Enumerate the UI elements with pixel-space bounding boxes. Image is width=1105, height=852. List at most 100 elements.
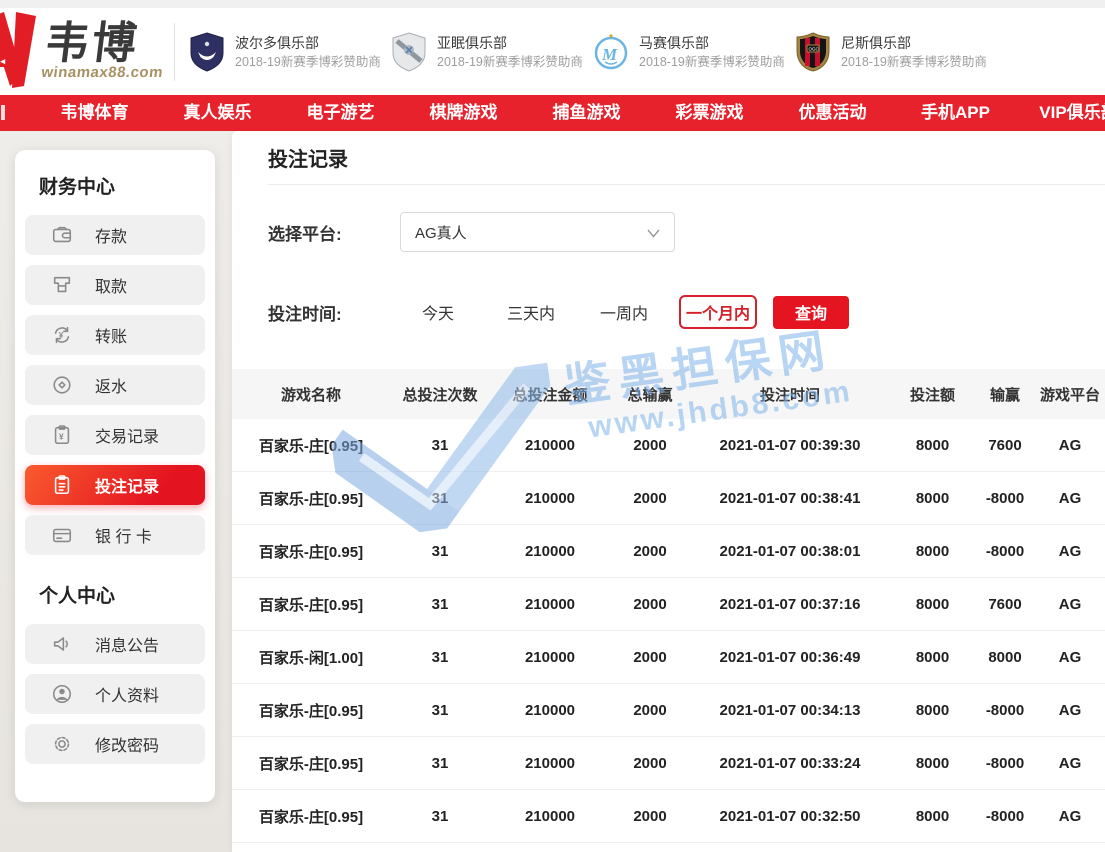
amiens-crest-icon <box>389 31 429 73</box>
time-label: 投注时间: <box>268 300 368 325</box>
sponsor-nice: OGC 尼斯俱乐部 2018-19新赛季博彩赞助商 <box>793 31 995 73</box>
sidebar-item-deposit[interactable]: 存款 <box>25 215 205 255</box>
sidebar-item-label: 消息公告 <box>95 632 159 656</box>
sidebar-item-label: 取款 <box>95 273 127 297</box>
cell-winloss: 8000 <box>975 649 1035 666</box>
svg-text:¥: ¥ <box>59 433 64 442</box>
winamax-w-icon: AX◂ <box>0 12 38 92</box>
nav-item-lottery[interactable]: 彩票游戏 <box>648 95 771 131</box>
sponsor-club-name: 马赛俱乐部 <box>639 33 785 53</box>
cell-bet-time: 2021-01-07 00:37:16 <box>690 596 890 613</box>
sidebar-item-label: 存款 <box>95 223 127 247</box>
sidebar-item-announcements[interactable]: 消息公告 <box>25 624 205 664</box>
sidebar-item-profile[interactable]: 个人资料 <box>25 674 205 714</box>
sponsor-subtitle: 2018-19新赛季博彩赞助商 <box>639 53 785 71</box>
cell-total-bets: 31 <box>390 596 490 613</box>
table-body: 百家乐-庄[0.95] 31 210000 2000 2021-01-07 00… <box>232 419 1105 843</box>
sidebar-item-transfer[interactable]: ¥ 转账 <box>25 315 205 355</box>
time-option-one-week[interactable]: 一周内 <box>592 300 656 324</box>
sidebar-item-bet-records[interactable]: 投注记录 <box>25 465 205 505</box>
column-header-bet-time: 投注时间 <box>690 384 890 405</box>
sponsor-subtitle: 2018-19新赛季博彩赞助商 <box>841 53 987 71</box>
cell-game-name: 百家乐-庄[0.95] <box>232 806 390 827</box>
brand-logo[interactable]: AX◂ 韦博 winamax88.com <box>0 8 172 95</box>
cell-winloss: -8000 <box>975 702 1035 719</box>
cell-bet-amount: 8000 <box>890 649 975 666</box>
sidebar-item-label: 交易记录 <box>95 423 159 447</box>
cell-total-bets: 31 <box>390 808 490 825</box>
cell-total-winloss: 2000 <box>610 490 690 507</box>
time-option-today[interactable]: 今天 <box>406 300 470 324</box>
sidebar-heading-personal: 个人中心 <box>39 581 205 608</box>
search-button[interactable]: 查询 <box>773 296 849 329</box>
table-row: 百家乐-庄[0.95] 31 210000 2000 2021-01-07 00… <box>232 737 1105 790</box>
bet-records-table: 游戏名称 总投注次数 总投注金额 总输赢 投注时间 投注额 输赢 游戏平台 百家… <box>232 369 1105 843</box>
sponsor-bordeaux: 波尔多俱乐部 2018-19新赛季博彩赞助商 <box>187 31 389 73</box>
platform-select[interactable]: AG真人 <box>400 212 675 252</box>
transfer-arrows-icon: ¥ <box>51 324 73 346</box>
time-option-three-days[interactable]: 三天内 <box>499 300 563 324</box>
nav-item-slots[interactable]: 电子游艺 <box>279 95 402 131</box>
cell-game-name: 百家乐-庄[0.95] <box>232 594 390 615</box>
cell-total-bets: 31 <box>390 755 490 772</box>
gear-icon <box>51 733 73 755</box>
cell-total-bets: 31 <box>390 649 490 666</box>
bordeaux-crest-icon <box>187 31 227 73</box>
column-header-game: 游戏名称 <box>232 384 390 405</box>
sidebar: 财务中心 存款 取款 ¥ 转账 <box>15 150 215 802</box>
cell-game-name: 百家乐-闲[1.00] <box>232 647 390 668</box>
sidebar-item-transactions[interactable]: ¥ 交易记录 <box>25 415 205 455</box>
sponsor-list: 波尔多俱乐部 2018-19新赛季博彩赞助商 亚眠俱乐部 2018-19新赛季博… <box>187 31 995 73</box>
cell-total-winloss: 2000 <box>610 755 690 772</box>
svg-text:AX◂: AX◂ <box>0 56 6 66</box>
site-header: AX◂ 韦博 winamax88.com 波尔多俱乐部 2018-19新赛季博彩… <box>0 8 1105 95</box>
nav-item-vip-club[interactable]: VIP俱乐部 <box>1017 95 1105 131</box>
sidebar-item-label: 银 行 卡 <box>95 523 152 547</box>
cell-total-amount: 210000 <box>490 808 610 825</box>
sidebar-item-bank-card[interactable]: 银 行 卡 <box>25 515 205 555</box>
sidebar-item-withdraw[interactable]: 取款 <box>25 265 205 305</box>
table-row: 百家乐-庄[0.95] 31 210000 2000 2021-01-07 00… <box>232 578 1105 631</box>
svg-text:OGC: OGC <box>809 46 820 51</box>
brand-domain: winamax88.com <box>40 64 164 81</box>
marseille-crest-icon: M <box>591 31 631 73</box>
nav-item-mobile-app[interactable]: 手机APP <box>894 95 1017 131</box>
cell-bet-amount: 8000 <box>890 543 975 560</box>
cell-total-amount: 210000 <box>490 596 610 613</box>
sidebar-item-label: 投注记录 <box>95 473 159 497</box>
column-header-total-amount: 总投注金额 <box>490 384 610 405</box>
cell-platform: AG <box>1035 649 1105 666</box>
cell-total-amount: 210000 <box>490 543 610 560</box>
cell-winloss: 7600 <box>975 437 1035 454</box>
cell-total-amount: 210000 <box>490 490 610 507</box>
time-option-one-month-selected[interactable]: 一个月内 <box>679 295 757 329</box>
cell-platform: AG <box>1035 490 1105 507</box>
cell-platform: AG <box>1035 596 1105 613</box>
sidebar-item-change-password[interactable]: 修改密码 <box>25 724 205 764</box>
cell-winloss: -8000 <box>975 755 1035 772</box>
table-row: 百家乐-庄[0.95] 31 210000 2000 2021-01-07 00… <box>232 684 1105 737</box>
cell-bet-amount: 8000 <box>890 437 975 454</box>
header-divider <box>174 23 175 81</box>
table-header-row: 游戏名称 总投注次数 总投注金额 总输赢 投注时间 投注额 输赢 游戏平台 <box>232 369 1105 419</box>
sidebar-item-rebate[interactable]: 返水 <box>25 365 205 405</box>
cell-total-amount: 210000 <box>490 702 610 719</box>
cell-platform: AG <box>1035 808 1105 825</box>
cell-total-winloss: 2000 <box>610 543 690 560</box>
cell-bet-time: 2021-01-07 00:38:01 <box>690 543 890 560</box>
nav-item-live[interactable]: 真人娱乐 <box>156 95 279 131</box>
cell-total-winloss: 2000 <box>610 437 690 454</box>
cell-total-winloss: 2000 <box>610 596 690 613</box>
nav-item-cards[interactable]: 棋牌游戏 <box>402 95 525 131</box>
cell-bet-amount: 8000 <box>890 808 975 825</box>
clipboard-yen-icon: ¥ <box>51 424 73 446</box>
nav-item-promo[interactable]: 优惠活动 <box>771 95 894 131</box>
cell-bet-amount: 8000 <box>890 490 975 507</box>
table-row: 百家乐-庄[0.95] 31 210000 2000 2021-01-07 00… <box>232 525 1105 578</box>
cell-total-winloss: 2000 <box>610 808 690 825</box>
cell-total-bets: 31 <box>390 490 490 507</box>
time-row: 投注时间: 今天 三天内 一周内 一个月内 查询 <box>268 294 1105 330</box>
nav-item-fishing[interactable]: 捕鱼游戏 <box>525 95 648 131</box>
cell-total-winloss: 2000 <box>610 649 690 666</box>
nav-item-sports[interactable]: 韦博体育 <box>33 95 156 131</box>
